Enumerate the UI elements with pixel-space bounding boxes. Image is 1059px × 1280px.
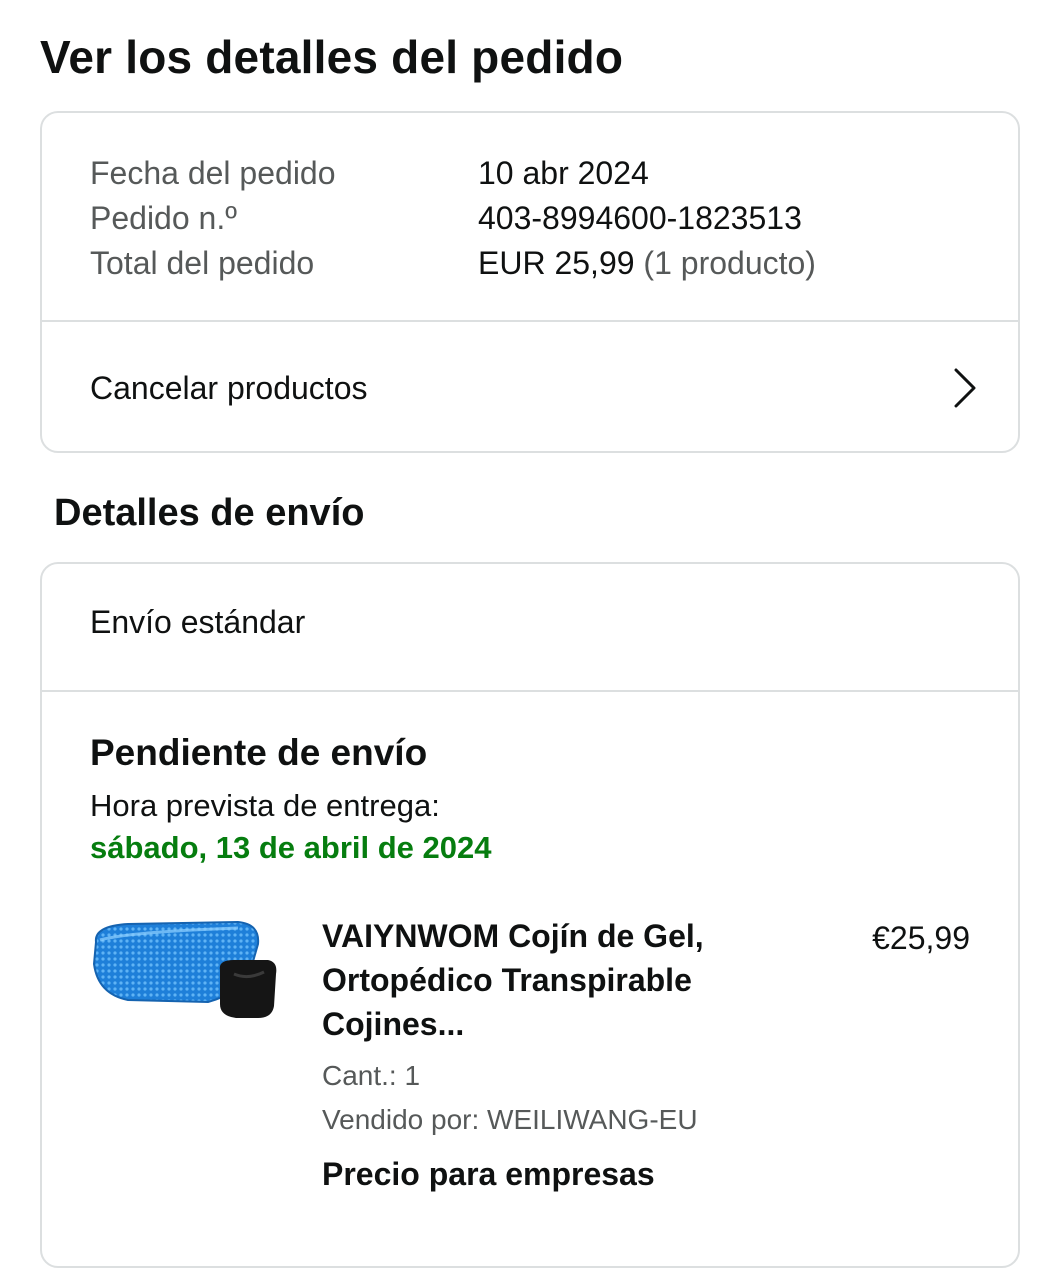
product-info: VAIYNWOM Cojín de Gel, Ortopédico Transp…	[322, 914, 762, 1193]
shipping-details-heading: Detalles de envío	[54, 492, 365, 534]
order-summary-list: Fecha del pedido 10 abr 2024 Pedido n.º …	[90, 151, 816, 286]
order-date-label: Fecha del pedido	[90, 155, 336, 191]
order-date-row: Fecha del pedido 10 abr 2024	[90, 151, 816, 196]
product-seller: Vendido por: WEILIWANG-EU	[322, 1104, 698, 1135]
cancel-products-label: Cancelar productos	[90, 369, 368, 406]
product-quantity: Cant.: 1	[322, 1060, 421, 1091]
order-number-row: Pedido n.º 403-8994600-1823513	[90, 196, 816, 241]
order-total-value: EUR 25,99	[478, 245, 635, 281]
cancel-products-button[interactable]: Cancelar productos	[42, 323, 1018, 451]
page-title: Ver los detalles del pedido	[40, 31, 624, 83]
shipping-details-card: Envío estándar Pendiente de envío Hora p…	[40, 562, 1020, 1268]
delivery-eta-date: sábado, 13 de abril de 2024	[90, 830, 492, 865]
chevron-right-icon	[950, 366, 980, 410]
delivery-eta-label: Hora prevista de entrega:	[90, 788, 440, 823]
order-date-value: 10 abr 2024	[478, 155, 649, 191]
order-number-value: 403-8994600-1823513	[478, 200, 802, 236]
business-price-label: Precio para empresas	[322, 1156, 655, 1192]
shipment-status-block: Pendiente de envío Hora prevista de entr…	[90, 732, 491, 866]
product-price: €25,99	[872, 920, 970, 956]
order-total-row: Total del pedido EUR 25,99 (1 producto)	[90, 241, 816, 286]
order-number-label: Pedido n.º	[90, 200, 237, 236]
order-total-value-wrap: EUR 25,99 (1 producto)	[478, 245, 816, 282]
order-total-label: Total del pedido	[90, 245, 315, 281]
order-summary-card: Fecha del pedido 10 abr 2024 Pedido n.º …	[40, 111, 1020, 453]
divider	[42, 690, 1018, 692]
order-total-item-count: (1 producto)	[634, 245, 816, 281]
product-image[interactable]	[88, 914, 278, 1024]
divider	[42, 320, 1018, 322]
shipping-method: Envío estándar	[90, 604, 306, 640]
shipment-status: Pendiente de envío	[90, 732, 428, 773]
product-title-link[interactable]: VAIYNWOM Cojín de Gel, Ortopédico Transp…	[322, 914, 762, 1046]
